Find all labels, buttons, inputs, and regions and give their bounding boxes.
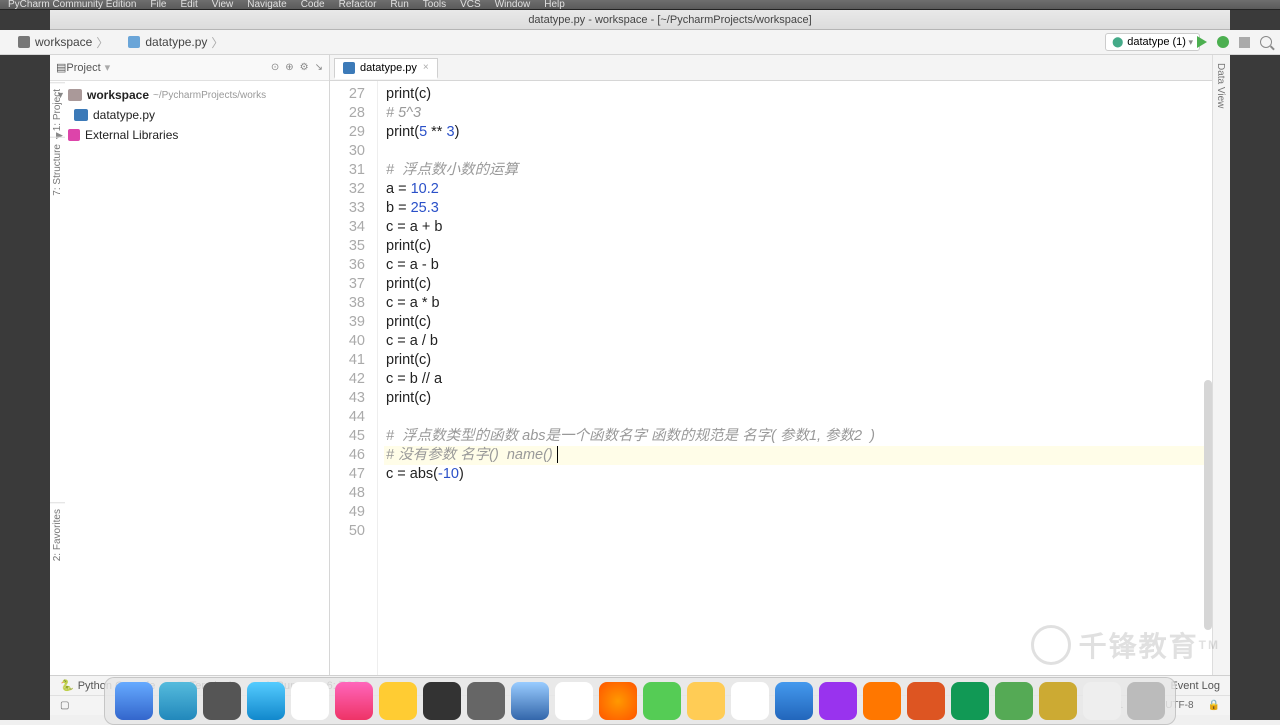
sidebar-tab-dataview[interactable]: Data View — [1213, 55, 1228, 116]
lock-icon[interactable]: 🔒 — [1208, 700, 1220, 711]
tree-root-name: workspace — [87, 88, 149, 102]
watermark-logo-icon — [1031, 625, 1071, 665]
dock-icon[interactable] — [1039, 682, 1077, 720]
editor-tab-label: datatype.py — [360, 62, 417, 74]
folder-icon — [68, 89, 82, 101]
project-header-label: Project — [66, 62, 100, 74]
dock-icon[interactable] — [379, 682, 417, 720]
python-file-icon — [74, 109, 88, 121]
watermark: 千锋教育TM — [1031, 625, 1220, 665]
sidebar-tab-project[interactable]: 1: Project — [50, 82, 65, 137]
dock-icon[interactable] — [599, 682, 637, 720]
menu-code[interactable]: Code — [301, 0, 325, 10]
hide-icon[interactable]: ↘ — [315, 62, 323, 73]
python-file-icon — [343, 62, 355, 74]
stop-button[interactable] — [1239, 37, 1250, 48]
window-title: datatype.py - workspace - [~/PycharmProj… — [60, 14, 1280, 26]
dock-icon[interactable] — [511, 682, 549, 720]
chevron-down-icon[interactable]: ▾ — [105, 61, 111, 74]
menu-window[interactable]: Window — [495, 0, 531, 10]
tree-root-path: ~/PycharmProjects/works — [153, 90, 266, 101]
dock-icon[interactable] — [335, 682, 373, 720]
folder-icon: ▤ — [56, 61, 66, 74]
python-file-icon — [128, 36, 140, 48]
editor-tab-active[interactable]: datatype.py × — [334, 58, 438, 79]
run-config-icon: ⬤ — [1112, 37, 1123, 48]
menu-refactor[interactable]: Refactor — [339, 0, 377, 10]
mac-dock — [104, 677, 1176, 725]
menu-edit[interactable]: Edit — [181, 0, 198, 10]
folder-icon — [18, 36, 30, 48]
project-panel-header: ▤ Project ▾ ⊙ ⊕ ⚙ ↘ — [50, 55, 329, 81]
debug-button[interactable] — [1217, 36, 1229, 48]
run-config-label: datatype (1) — [1127, 36, 1193, 48]
locate-icon[interactable]: ⊕ — [285, 62, 293, 73]
close-icon[interactable]: × — [423, 62, 429, 73]
line-gutter: 2728293031323334353637383940414243444546… — [330, 81, 378, 675]
dock-icon[interactable] — [159, 682, 197, 720]
menu-help[interactable]: Help — [544, 0, 565, 10]
tree-root[interactable]: ▼ workspace ~/PycharmProjects/works — [50, 85, 329, 105]
dock-icon[interactable] — [423, 682, 461, 720]
project-tree: ▼ workspace ~/PycharmProjects/works data… — [50, 81, 329, 675]
dock-icon[interactable] — [687, 682, 725, 720]
dock-icon[interactable] — [907, 682, 945, 720]
dock-icon[interactable] — [863, 682, 901, 720]
menu-view[interactable]: View — [212, 0, 234, 10]
dock-icon[interactable] — [203, 682, 241, 720]
code-content[interactable]: print(c)# 5^3print(5 ** 3) # 浮点数小数的运算a =… — [378, 81, 1230, 675]
tree-file-name: datatype.py — [93, 108, 155, 122]
dock-icon[interactable] — [775, 682, 813, 720]
tool-tab-event-log[interactable]: Event Log — [1170, 680, 1220, 692]
sidebar-tab-favorites[interactable]: 2: Favorites — [50, 502, 65, 567]
sidebar-tab-structure[interactable]: 7: Structure — [50, 137, 65, 202]
run-config-selector[interactable]: ⬤ datatype (1) — [1105, 33, 1200, 51]
tree-external-label: External Libraries — [85, 128, 178, 142]
status-hint-icon: ▢ — [60, 700, 69, 711]
mac-menubar: PyCharm Community Edition File Edit View… — [0, 0, 1280, 10]
dock-icon[interactable] — [555, 682, 593, 720]
dock-icon[interactable] — [819, 682, 857, 720]
breadcrumb: workspace datatype.py ⬤ datatype (1) — [0, 30, 1280, 55]
dock-icon[interactable] — [291, 682, 329, 720]
dock-icon[interactable] — [247, 682, 285, 720]
dock-icon[interactable] — [467, 682, 505, 720]
menu-file[interactable]: File — [150, 0, 166, 10]
code-editor[interactable]: 2728293031323334353637383940414243444546… — [330, 81, 1230, 675]
collapse-icon[interactable]: ⊙ — [271, 62, 279, 73]
dock-icon[interactable] — [995, 682, 1033, 720]
dock-icon[interactable] — [643, 682, 681, 720]
dock-icon[interactable] — [1083, 682, 1121, 720]
tree-file[interactable]: datatype.py — [50, 105, 329, 125]
search-icon[interactable] — [1260, 36, 1272, 48]
breadcrumb-file[interactable]: datatype.py — [118, 30, 233, 54]
tree-external-libs[interactable]: ▶ External Libraries — [50, 125, 329, 145]
dock-icon[interactable] — [1127, 682, 1165, 720]
menu-tools[interactable]: Tools — [423, 0, 446, 10]
vertical-scrollbar[interactable] — [1204, 380, 1212, 630]
dock-icon[interactable] — [731, 682, 769, 720]
mac-app-name: PyCharm Community Edition — [8, 0, 136, 10]
console-icon: 🐍 — [60, 679, 74, 692]
run-button[interactable] — [1197, 36, 1207, 48]
menu-run[interactable]: Run — [390, 0, 408, 10]
breadcrumb-file-label: datatype.py — [145, 35, 207, 49]
dock-icon[interactable] — [951, 682, 989, 720]
menu-vcs[interactable]: VCS — [460, 0, 481, 10]
editor-panel: datatype.py × 27282930313233343536373839… — [330, 55, 1230, 675]
project-panel: ▤ Project ▾ ⊙ ⊕ ⚙ ↘ ▼ workspace ~/Pychar… — [50, 55, 330, 675]
menu-navigate[interactable]: Navigate — [247, 0, 286, 10]
window-titlebar: datatype.py - workspace - [~/PycharmProj… — [0, 10, 1280, 30]
breadcrumb-folder-label: workspace — [35, 35, 92, 49]
gear-icon[interactable]: ⚙ — [300, 62, 309, 73]
library-icon — [68, 129, 80, 141]
watermark-text: 千锋教育 — [1079, 625, 1199, 665]
breadcrumb-folder[interactable]: workspace — [8, 30, 118, 54]
dock-icon[interactable] — [115, 682, 153, 720]
editor-tabs: datatype.py × — [330, 55, 1230, 81]
